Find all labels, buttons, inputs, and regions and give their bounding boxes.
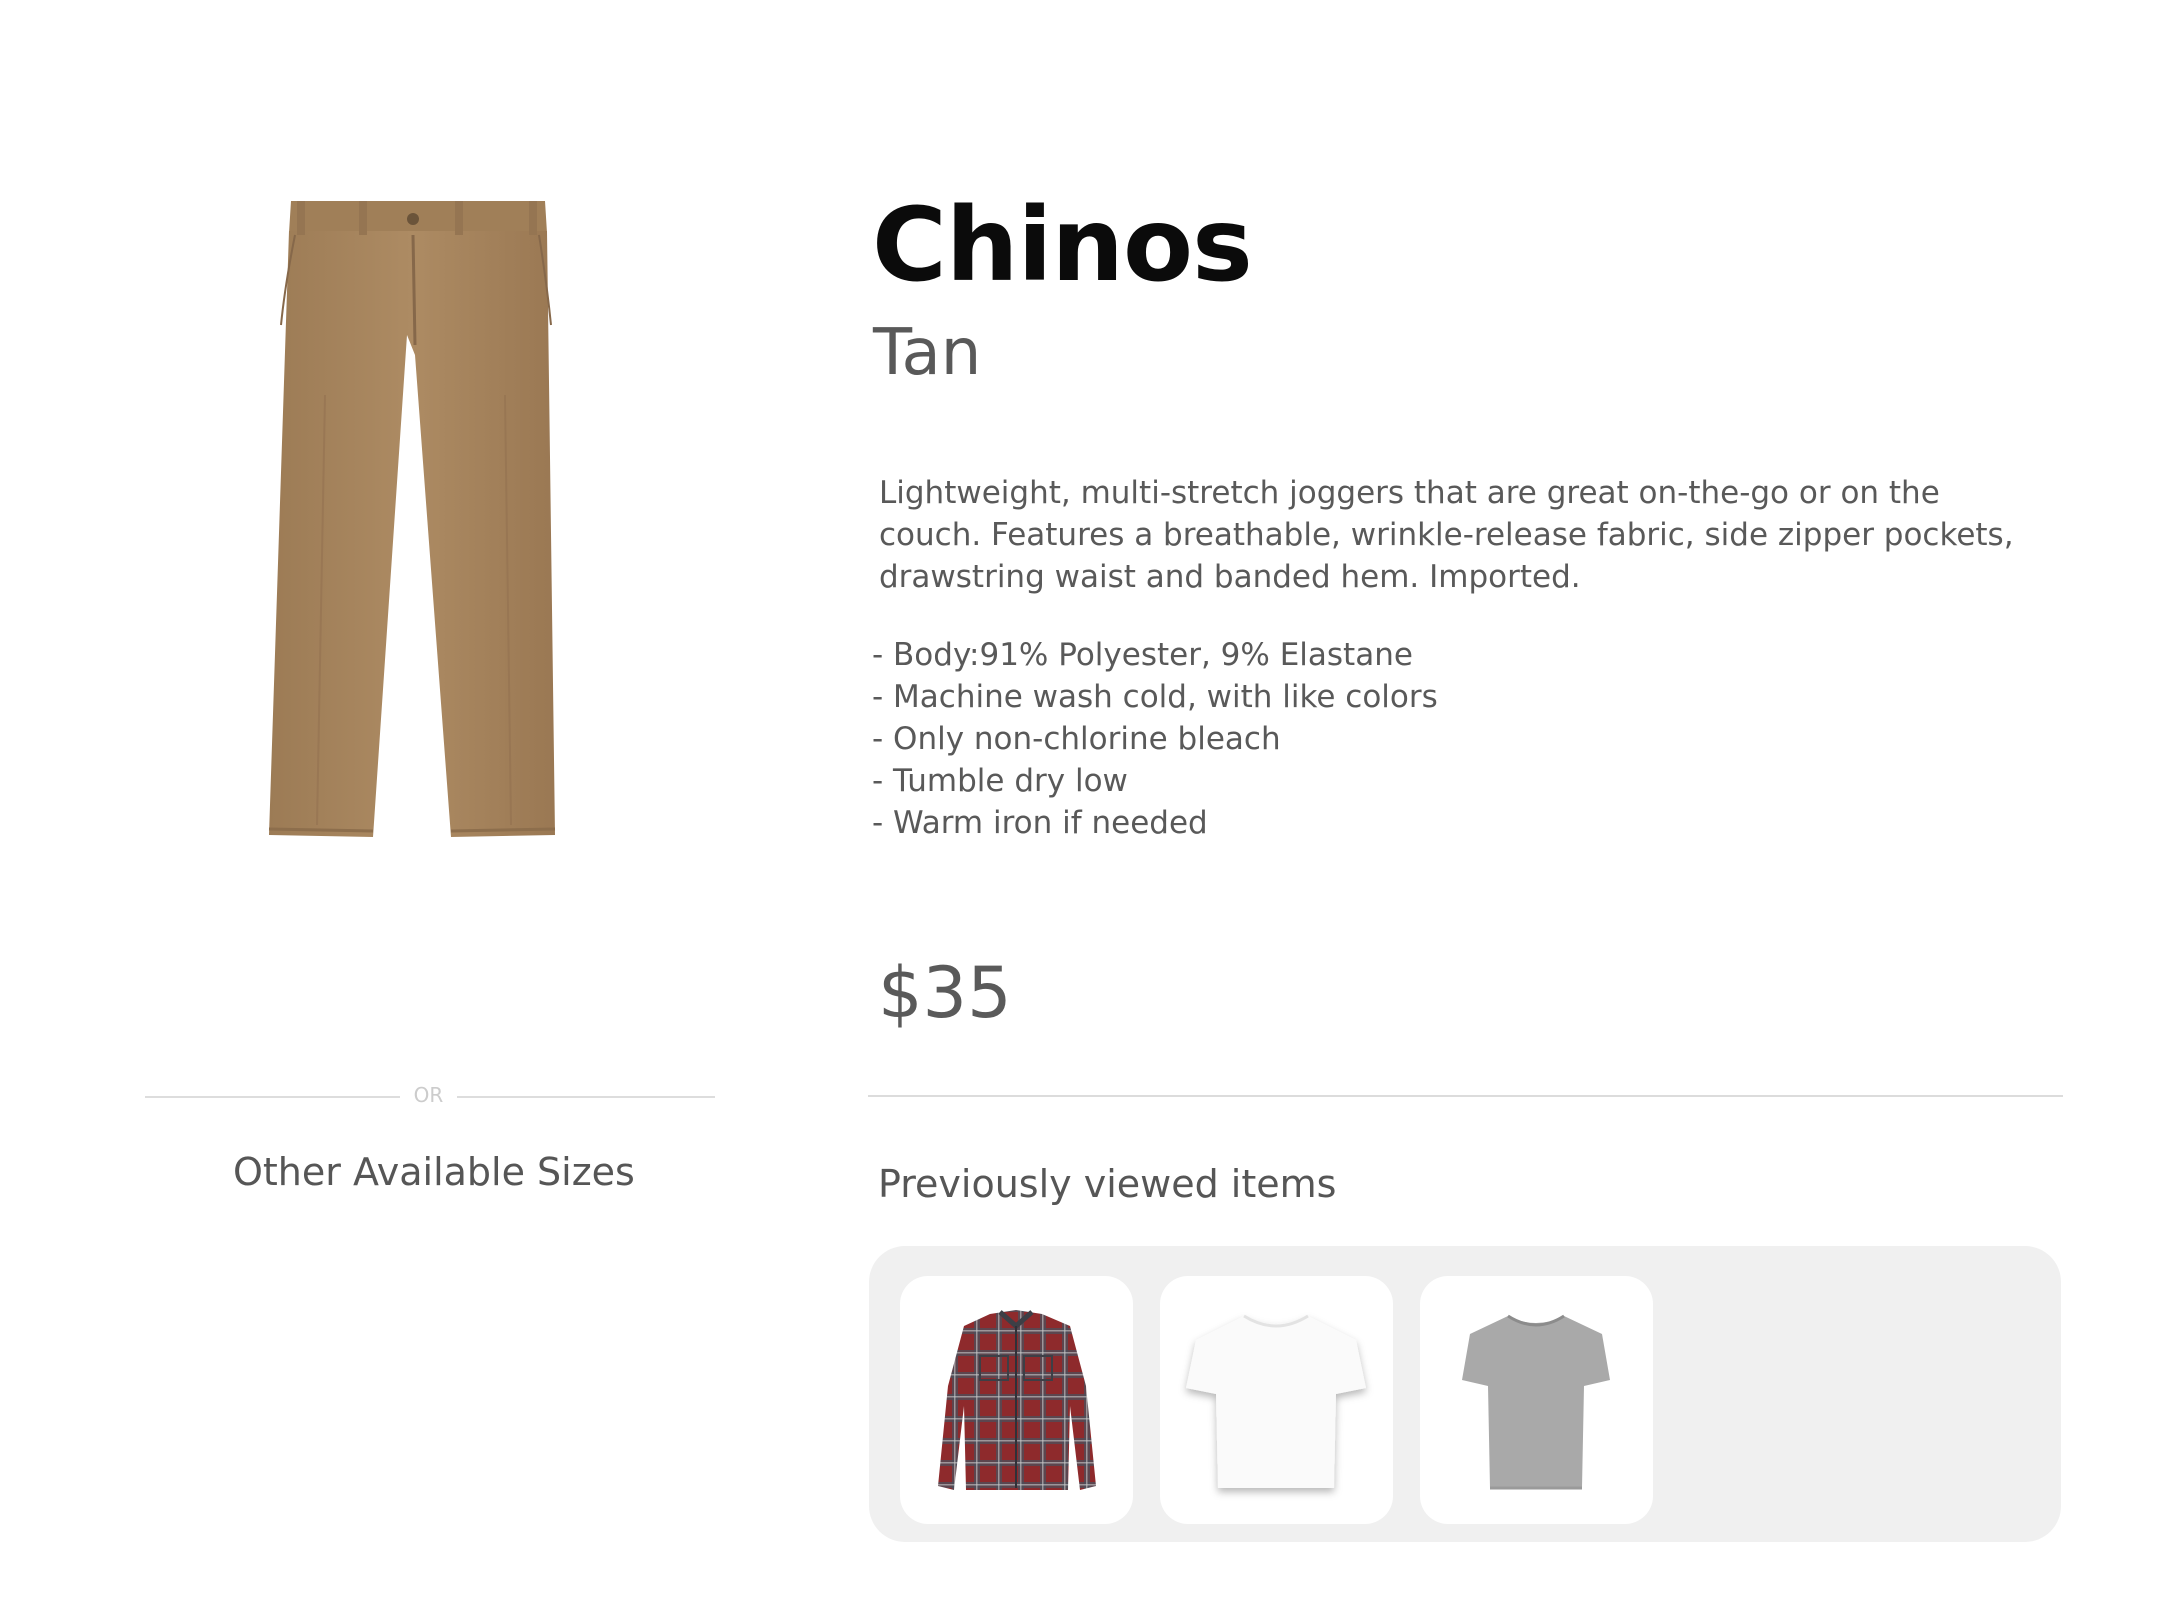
product-title: Chinos	[872, 186, 1253, 305]
section-divider	[868, 1095, 2063, 1097]
spec-list: - Body:91% Polyester, 9% Elastane - Mach…	[872, 634, 1438, 844]
tan-chino-pants-image	[268, 201, 556, 837]
or-label: OR	[413, 1083, 444, 1107]
spec-item: - Tumble dry low	[872, 763, 1128, 799]
gray-tshirt-image	[1462, 1314, 1610, 1490]
spec-item: - Machine wash cold, with like colors	[872, 679, 1438, 715]
white-tshirt-image	[1186, 1314, 1366, 1488]
product-description: Lightweight, multi-stretch joggers that …	[879, 475, 2014, 595]
divider-line	[457, 1096, 715, 1098]
product-color: Tan	[873, 316, 982, 390]
viewed-item-card[interactable]	[900, 1276, 1133, 1524]
or-divider: OR	[145, 1082, 715, 1112]
red-plaid-flannel-shirt-image	[938, 1310, 1096, 1490]
other-sizes-heading: Other Available Sizes	[233, 1150, 635, 1194]
viewed-item-card[interactable]	[1160, 1276, 1393, 1524]
viewed-item-card[interactable]	[1420, 1276, 1653, 1524]
spec-item: - Warm iron if needed	[872, 805, 1208, 841]
spec-item: - Only non-chlorine bleach	[872, 721, 1281, 757]
divider-line	[145, 1096, 400, 1098]
product-image	[255, 195, 575, 845]
product-price: $35	[878, 952, 1012, 1034]
previously-viewed-panel	[869, 1246, 2061, 1542]
spec-item: - Body:91% Polyester, 9% Elastane	[872, 637, 1413, 673]
previously-viewed-heading: Previously viewed items	[878, 1162, 1337, 1206]
